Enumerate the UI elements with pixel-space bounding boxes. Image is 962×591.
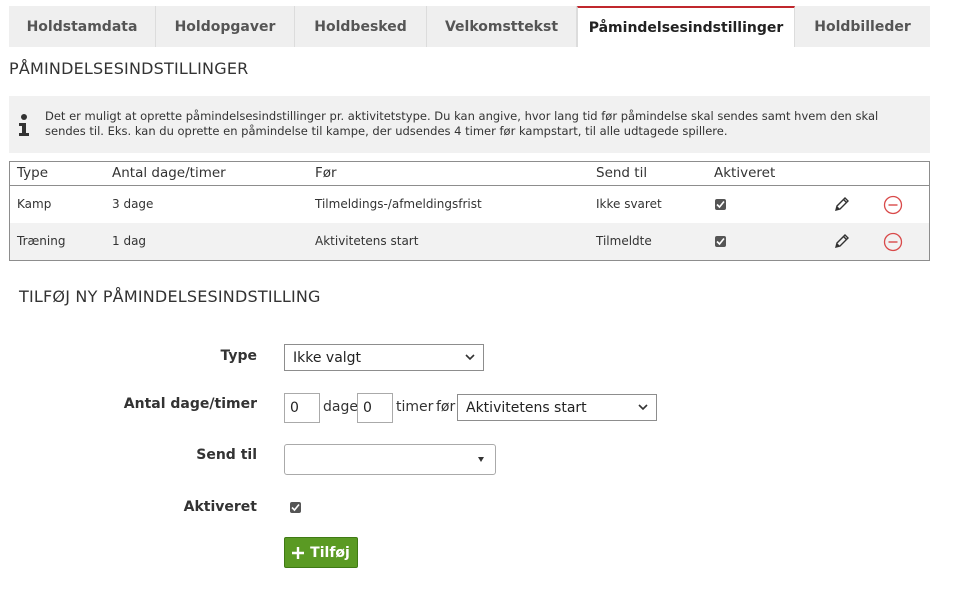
tab-holdstamdata[interactable]: Holdstamdata [9,6,156,47]
header-foer: Før [315,165,337,181]
aktiveret-checkbox[interactable] [715,199,726,210]
type-label: Type [220,348,257,364]
remove-icon[interactable] [883,195,903,215]
info-box: Det er muligt at oprette påmindelsesinds… [9,96,930,153]
cell-send-til: Tilmeldte [596,234,652,248]
cell-type: Træning [17,234,66,248]
tab-holdopgaver[interactable]: Holdopgaver [156,6,295,47]
tab-holdbesked[interactable]: Holdbesked [295,6,427,47]
cell-antal: 1 dag [112,234,147,248]
page-title: PÅMINDELSESINDSTILLINGER [9,59,249,78]
days-word: dage [323,399,358,415]
type-select[interactable]: Ikke valgt [284,344,484,371]
days-input[interactable]: 0 [284,393,320,423]
tab-velkomsttekst[interactable]: Velkomsttekst [427,6,577,47]
hours-input[interactable]: 0 [357,393,393,423]
header-antal: Antal dage/timer [112,165,226,181]
chevron-down-icon [465,354,475,361]
tab-paamindelsesindstillinger[interactable]: Påmindelsesindstillinger [577,6,795,47]
foer-word: før [436,399,456,415]
table-header: Type Antal dage/timer Før Send til Aktiv… [10,162,929,186]
info-icon [19,114,29,136]
pencil-icon[interactable] [833,195,851,213]
cell-antal: 3 dage [112,197,154,211]
hours-word: timer [396,399,434,415]
cell-type: Kamp [17,197,52,211]
pencil-icon[interactable] [833,232,851,250]
chevron-down-icon [638,404,648,411]
cell-foer: Aktivitetens start [315,234,419,248]
table-row: Træning 1 dag Aktivitetens start Tilmeld… [10,223,929,260]
caret-down-icon [478,457,484,462]
cell-send-til: Ikke svaret [596,197,662,211]
aktiveret-label: Aktiveret [183,499,257,515]
aktiveret-checkbox[interactable] [715,236,726,247]
reminder-table: Type Antal dage/timer Før Send til Aktiv… [9,161,930,261]
aktiveret-checkbox[interactable] [290,502,301,513]
table-row: Kamp 3 dage Tilmeldings-/afmeldingsfrist… [10,186,929,223]
header-send-til: Send til [596,165,648,181]
type-select-value: Ikke valgt [293,349,362,366]
remove-icon[interactable] [883,232,903,252]
send-til-select[interactable] [284,444,496,475]
tab-bar: Holdstamdata Holdopgaver Holdbesked Velk… [9,6,930,47]
header-type: Type [17,165,49,181]
cell-foer: Tilmeldings-/afmeldingsfrist [315,197,482,211]
info-text: Det er muligt at oprette påmindelsesinds… [45,109,879,138]
add-button[interactable]: Tilføj [284,537,358,568]
header-aktiveret: Aktiveret [714,165,776,181]
tab-holdbilleder[interactable]: Holdbilleder [795,6,930,47]
add-button-label: Tilføj [310,544,350,561]
foer-select-value: Aktivitetens start [466,399,587,416]
plus-icon [292,546,305,559]
foer-select[interactable]: Aktivitetens start [457,394,657,421]
send-til-label: Send til [196,447,257,463]
antal-label: Antal dage/timer [123,396,257,412]
add-section-title: TILFØJ NY PÅMINDELSESINDSTILLING [19,287,321,306]
